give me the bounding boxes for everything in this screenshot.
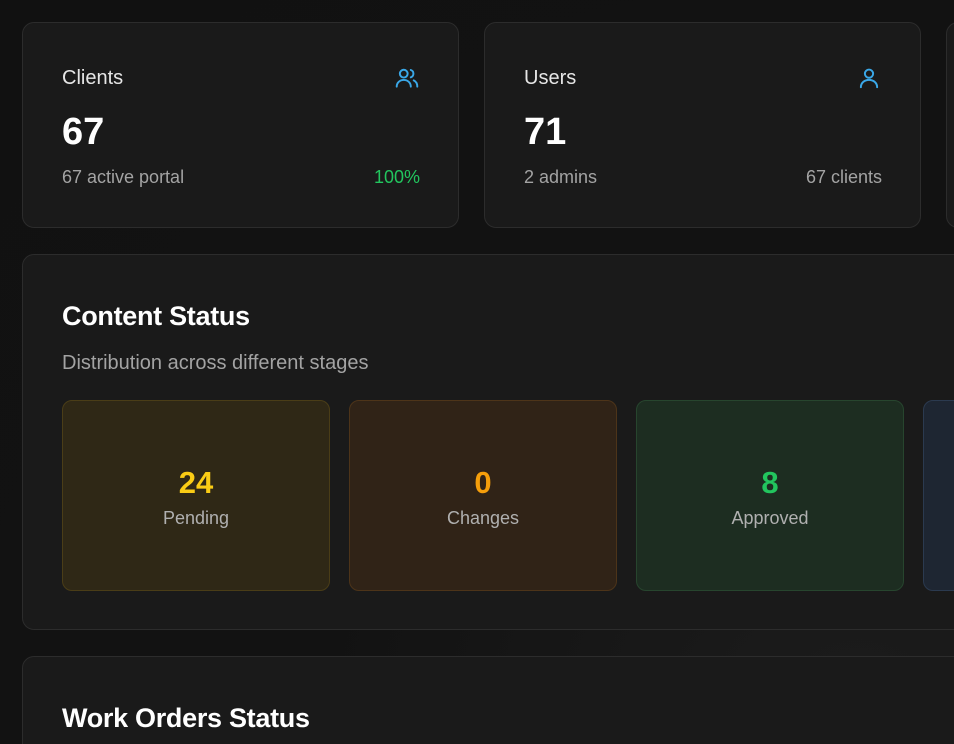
clients-count: 67 <box>62 111 105 153</box>
changes-count: 0 <box>474 465 492 500</box>
dashboard-page: Clients 67 67 active portal 100% Users 7… <box>0 0 954 744</box>
content-status-card: Content Status Distribution across diffe… <box>22 254 954 630</box>
clients-label: Clients <box>62 67 124 89</box>
approved-count: 8 <box>761 465 779 500</box>
changes-label: Changes <box>446 508 520 528</box>
status-approved[interactable]: 8 Approved <box>636 400 904 591</box>
clients-active-portal: 67 active portal <box>62 167 185 187</box>
users-admins: 2 admins <box>524 167 598 187</box>
clients-percentage: 100% <box>373 167 420 187</box>
user-icon <box>856 65 882 91</box>
clients-stat-card[interactable]: Clients 67 67 active portal 100% <box>22 22 459 228</box>
status-changes[interactable]: 0 Changes <box>349 400 617 591</box>
status-partial[interactable] <box>923 400 954 591</box>
users-count: 71 <box>524 111 567 153</box>
pending-label: Pending <box>162 508 230 528</box>
stat-card-partial[interactable] <box>946 22 954 228</box>
users-clients: 67 clients <box>805 167 882 187</box>
work-orders-status-card: Work Orders Status <box>22 656 954 744</box>
users-icon <box>394 65 420 91</box>
content-status-description: Distribution across different stages <box>62 352 369 374</box>
users-stat-card[interactable]: Users 71 2 admins 67 clients <box>484 22 921 228</box>
status-pending[interactable]: 24 Pending <box>62 400 330 591</box>
pending-count: 24 <box>178 465 214 500</box>
content-status-title: Content Status <box>62 301 250 331</box>
work-orders-title: Work Orders Status <box>62 703 310 733</box>
approved-label: Approved <box>731 508 809 528</box>
users-label: Users <box>524 67 577 89</box>
